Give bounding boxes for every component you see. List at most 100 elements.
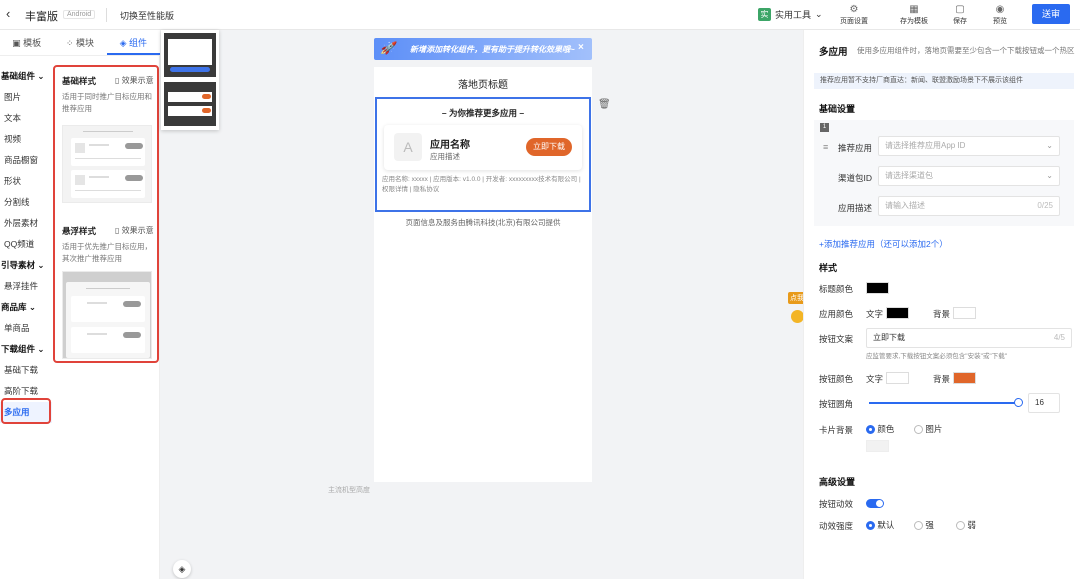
title-color-label: 标题颜色 <box>819 284 854 294</box>
tip-banner: 🚀 新增添加转化组件，更有助于提升转化效果哦~ × <box>374 38 592 60</box>
rec-app-select[interactable]: 请选择推荐应用App ID ⌄ <box>878 136 1060 156</box>
grid-icon: ⁘ <box>65 38 76 48</box>
preview-button[interactable]: ◉ 预览 <box>982 4 1018 26</box>
save-template-label: 存为模板 <box>900 18 928 25</box>
float-style-thumbnail[interactable] <box>62 271 152 359</box>
category-label: 分割线 <box>4 197 30 207</box>
add-rec-app-link[interactable]: +添加推荐应用（还可以添加2个） <box>819 238 948 250</box>
module-heading: – 为你推荐更多应用 – <box>441 108 525 118</box>
app-text-color-swatch[interactable] <box>886 307 909 319</box>
basic-style-thumbnail[interactable] <box>62 125 152 203</box>
switch-edition-link[interactable]: 切换至性能版 <box>120 9 174 22</box>
category-label: 外层素材 <box>4 218 39 228</box>
category-group[interactable]: 引导素材 ⌄ <box>0 255 52 276</box>
basic-effect-link[interactable]: ▯ 效果示意 <box>115 75 154 86</box>
close-icon[interactable]: × <box>578 42 584 53</box>
chevron-down-icon: ⌄ <box>1046 141 1053 150</box>
radio-weak[interactable]: 弱 <box>956 519 976 531</box>
save-button[interactable]: ▢ 保存 <box>942 4 978 26</box>
desc-input[interactable]: 请输入描述 0/25 <box>878 196 1060 216</box>
anim-toggle[interactable] <box>866 499 884 508</box>
category-item[interactable]: 商品橱窗 <box>0 150 52 171</box>
layers-icon[interactable]: ◈ <box>173 560 191 578</box>
btn-text-input[interactable]: 立即下载 4/5 <box>866 328 1072 348</box>
category-label: 文本 <box>4 113 22 123</box>
chevron-down-icon: ⌄ <box>815 9 823 19</box>
category-item[interactable]: 形状 <box>0 171 52 192</box>
app-name: 应用名称 <box>430 140 470 151</box>
radio-label: 默认 <box>877 520 895 530</box>
radius-slider-handle[interactable] <box>1014 398 1023 407</box>
category-item[interactable]: 图片 <box>0 87 52 108</box>
radio-image[interactable]: 图片 <box>914 423 942 435</box>
category-label: 引导素材 <box>1 260 36 270</box>
category-label: 下载组件 <box>1 344 36 354</box>
download-button[interactable]: 立即下载 <box>526 138 572 156</box>
radio-button <box>866 425 875 435</box>
bg-label: 背景 <box>933 374 951 384</box>
page-settings-button[interactable]: ⚙ 页面设置 <box>836 4 872 26</box>
category-item[interactable]: QQ频道 <box>0 234 52 255</box>
divider <box>106 8 107 22</box>
tools-dropdown[interactable]: 实 实用工具 ⌄ <box>758 8 823 21</box>
top-bar: ‹ 丰富版 Android 切换至性能版 实 实用工具 ⌄ ⚙ 页面设置 ▦ 存… <box>0 0 1080 30</box>
category-label: 商品库 <box>1 302 27 312</box>
submit-review-button[interactable]: 送审 <box>1032 4 1070 24</box>
category-list: 基础组件 ⌄ 图片 文本 视频 商品橱窗 形状 分割线 外层素材 QQ频道 引导素材 ⌄ 悬浮挂件商… <box>0 66 52 423</box>
category-group[interactable]: 下载组件 ⌄ <box>0 339 52 360</box>
radio-default[interactable]: 默认 <box>866 519 894 531</box>
tab-label: 模板 <box>23 38 42 48</box>
radio-button <box>914 521 923 531</box>
trash-icon[interactable]: 🗑 <box>598 99 611 110</box>
phone-icon: ▯ <box>115 76 122 85</box>
back-arrow-icon[interactable]: ‹ <box>6 6 10 21</box>
drag-handle-icon[interactable]: ≡ <box>823 142 828 152</box>
template-icon: ▣ <box>12 38 24 48</box>
category-item[interactable]: 文本 <box>0 108 52 129</box>
card-bg-color-swatch[interactable] <box>866 440 889 452</box>
app-meta: 应用名称: xxxxx | 应用版本: v1.0.0 | 开发者: xxxxxx… <box>382 175 586 195</box>
btn-text-label: 按钮文案 <box>819 334 854 344</box>
app-card: A 应用名称 应用描述 立即下载 <box>384 125 582 170</box>
app-bg-color-swatch[interactable] <box>953 307 976 319</box>
radio-strong[interactable]: 强 <box>914 519 934 531</box>
category-label: QQ频道 <box>4 239 35 249</box>
category-label: 高阶下载 <box>4 386 39 396</box>
style-options-panel: 基础样式 ▯ 效果示意 适用于同时推广目标应用和推荐应用 悬浮样式 ▯ 效果示意… <box>53 65 159 363</box>
category-label: 形状 <box>4 176 22 186</box>
category-item[interactable]: 外层素材 <box>0 213 52 234</box>
text-label: 文字 <box>866 374 884 384</box>
group-index: 1 <box>820 123 829 132</box>
tab-templates[interactable]: ▣ 模板 <box>0 30 53 55</box>
tab-components[interactable]: ◈ 组件 <box>106 30 160 55</box>
channel-select[interactable]: 请选择渠道包 ⌄ <box>878 166 1060 186</box>
properties-panel: 多应用 使用多应用组件时，落地页需要至少包含一个下载按钮或一个热区 推荐应用暂不… <box>803 30 1080 579</box>
radius-input[interactable]: 16 <box>1028 393 1060 413</box>
save-label: 保存 <box>953 18 967 25</box>
category-item[interactable]: 基础下载 <box>0 360 52 381</box>
card-bg-label: 卡片背景 <box>819 425 854 435</box>
tab-modules[interactable]: ⁘ 模块 <box>53 30 106 55</box>
btn-text-color-swatch[interactable] <box>886 372 909 384</box>
category-group[interactable]: 商品库 ⌄ <box>0 297 52 318</box>
radius-slider-track[interactable] <box>869 402 1019 404</box>
thumb-card <box>71 296 145 322</box>
radio-color[interactable]: 颜色 <box>866 423 894 435</box>
btn-bg-color-swatch[interactable] <box>953 372 976 384</box>
gear-icon: ⚙ <box>849 4 859 15</box>
float-effect-link[interactable]: ▯ 效果示意 <box>115 225 154 236</box>
tools-logo-icon: 实 <box>758 8 771 21</box>
title-color-swatch[interactable] <box>866 282 889 294</box>
select-placeholder: 请选择推荐应用App ID <box>885 141 966 150</box>
category-item[interactable]: 分割线 <box>0 192 52 213</box>
page-settings-label: 页面设置 <box>840 18 868 25</box>
eye-icon: ◉ <box>995 4 1005 15</box>
save-icon: ▢ <box>955 4 965 15</box>
category-item[interactable]: 悬浮挂件 <box>0 276 52 297</box>
category-group[interactable]: 基础组件 ⌄ <box>0 66 52 87</box>
banner-text: 新增添加转化组件，更有助于提升转化效果哦~ <box>410 45 575 54</box>
effect-preview-popup <box>161 30 219 130</box>
category-item[interactable]: 视频 <box>0 129 52 150</box>
save-template-button[interactable]: ▦ 存为模板 <box>896 4 932 26</box>
category-item[interactable]: 单商品 <box>0 318 52 339</box>
